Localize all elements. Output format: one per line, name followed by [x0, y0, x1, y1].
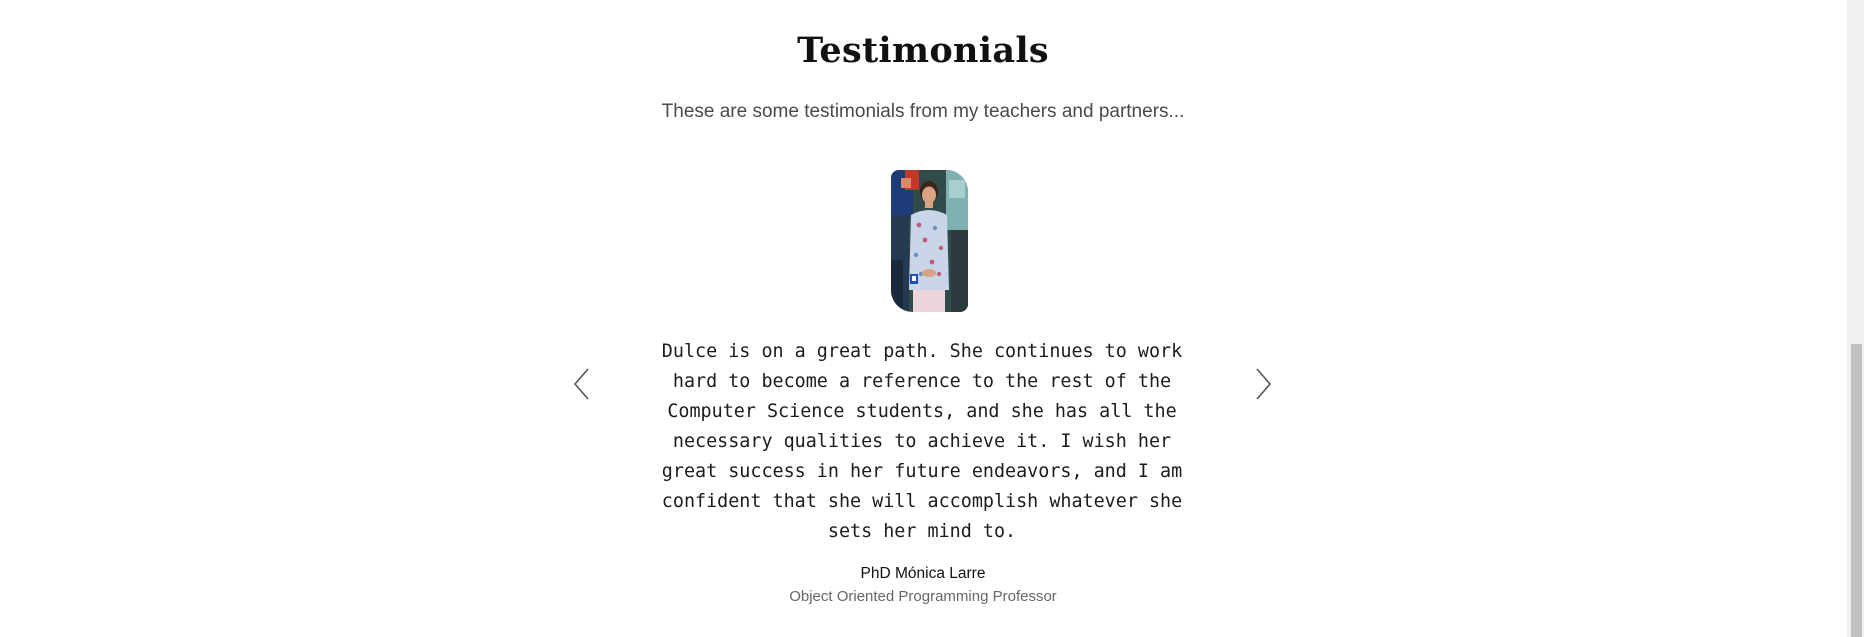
testimonial-author: PhD Mónica Larre: [860, 565, 986, 582]
scrollbar-thumb[interactable]: [1851, 344, 1862, 637]
previous-testimonial-button[interactable]: [568, 364, 596, 404]
section-subtitle: These are some testimonials from my teac…: [661, 101, 1185, 122]
chevron-left-icon: [573, 368, 589, 400]
page: Testimonials These are some testimonials…: [0, 0, 1864, 637]
testimonial-author-role: Object Oriented Programming Professor: [789, 588, 1057, 605]
section-title: Testimonials: [797, 30, 1049, 71]
chevron-right-icon: [1256, 368, 1272, 400]
testimonial-quote: Dulce is on a great path. She continues …: [661, 341, 1183, 542]
vertical-scrollbar[interactable]: [1847, 0, 1864, 637]
testimonial-photo: [891, 170, 968, 312]
next-testimonial-button[interactable]: [1249, 364, 1277, 404]
